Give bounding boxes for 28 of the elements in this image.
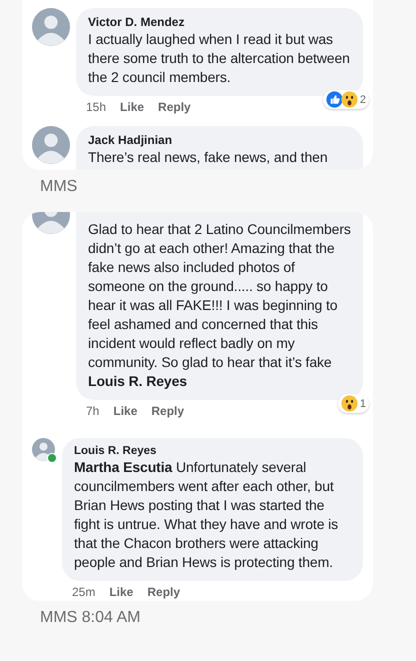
comment-text: Glad to hear that 2 Latino Councilmembers didn’t go at each other! Amazing that the fake news also included photos of someone on the ground..... so happy to hear it was all FAKE!!! I was beginning to feel ashamed and concerned that this incident would reflect badly on my community. So glad to hear that it’s fake Louis R. Reyes <box>88 220 351 391</box>
comment-text: Martha Escutia Unfortunately several councilmembers went after each other, but Brian Hews posting that I was started the fight is untrue. What they have and wrote is that the Chacon brothers were attacking people and Brian Hews is protecting them. <box>74 458 340 572</box>
like-icon <box>326 91 343 108</box>
reply-link[interactable]: Reply <box>147 585 180 599</box>
avatar-icon <box>32 126 70 164</box>
author-name[interactable]: Victor D. Mendez <box>88 15 351 29</box>
author-name[interactable]: Jack Hadjinian <box>88 133 351 147</box>
avatar-icon <box>32 438 55 461</box>
reply-link[interactable]: Reply <box>158 100 191 114</box>
comment-time: 7h <box>86 404 100 418</box>
like-link[interactable]: Like <box>113 404 138 418</box>
wow-icon <box>340 91 358 108</box>
message-label: MMS <box>39 177 78 197</box>
like-link[interactable]: Like <box>109 585 134 599</box>
reaction-badge[interactable]: 1 <box>338 394 369 413</box>
comment-text: There’s real news, fake news, and then <box>88 148 329 167</box>
author-name[interactable]: Louis R. Reyes <box>74 445 351 457</box>
comment-time: 25m <box>72 585 96 599</box>
wow-icon <box>340 395 358 412</box>
reaction-badge[interactable]: 2 <box>322 90 369 109</box>
message-label: MMS 8:04 AM <box>39 608 142 628</box>
comment-text: I actually laughed when I read it but was there some truth to the altercation between the 2 council members. <box>88 30 351 87</box>
like-link[interactable]: Like <box>120 100 144 114</box>
comment-time: 15h <box>86 100 106 114</box>
reaction-count: 2 <box>360 94 366 106</box>
avatar-icon <box>32 8 70 46</box>
reply-link[interactable]: Reply <box>151 404 184 418</box>
reaction-count: 1 <box>360 398 366 410</box>
